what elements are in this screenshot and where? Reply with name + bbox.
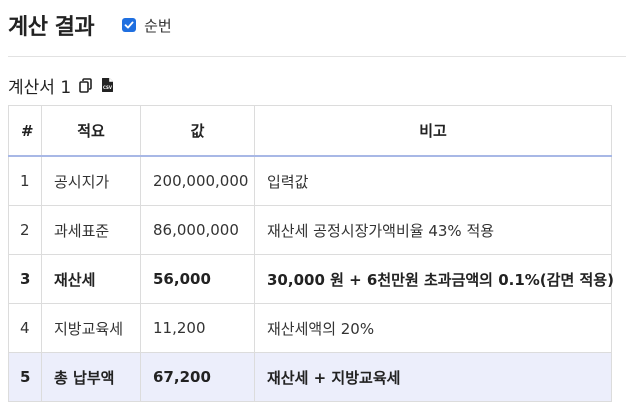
page-title: 계산 결과: [8, 15, 95, 40]
row-number: 5: [8, 352, 42, 402]
table-header-row: # 적요 값 비고: [8, 105, 612, 157]
result-page: 계산 결과 순번 계산서 1 CSV # 적요 값 비고 1 공시지가 200,…: [0, 0, 626, 407]
row-note: 30,000 원 + 6천만원 초과금액의 0.1%(감면 적용): [254, 254, 614, 304]
table-row: 3 재산세 56,000 30,000 원 + 6천만원 초과금액의 0.1%(…: [8, 254, 614, 304]
row-value: 11,200: [140, 303, 255, 353]
copy-icon[interactable]: [77, 76, 93, 94]
sequence-number-toggle[interactable]: 순번: [122, 15, 172, 36]
row-note: 재산세 + 지방교육세: [254, 352, 612, 402]
csv-icon-text: CSV: [103, 85, 113, 90]
row-value: 56,000: [140, 254, 255, 304]
row-item: 지방교육세: [41, 303, 141, 353]
row-note: 입력값: [254, 155, 612, 206]
row-value: 86,000,000: [140, 205, 255, 255]
sequence-number-label: 순번: [144, 16, 172, 35]
statement-header: 계산서 1 CSV: [8, 73, 115, 98]
sequence-number-checkbox[interactable]: [122, 18, 137, 32]
row-number: 4: [8, 303, 42, 353]
row-note: 재산세 공정시장가액비율 43% 적용: [254, 205, 612, 255]
table-row: 2 과세표준 86,000,000 재산세 공정시장가액비율 43% 적용: [8, 205, 612, 255]
row-item: 재산세: [41, 254, 141, 304]
row-item: 과세표준: [41, 205, 141, 255]
row-value: 67,200: [140, 352, 255, 402]
checkmark-icon: [124, 21, 134, 29]
statement-title: 계산서 1: [8, 77, 72, 98]
column-header-number: #: [8, 105, 42, 157]
row-number: 1: [8, 155, 42, 206]
row-item: 총 납부액: [41, 352, 141, 402]
column-header-note: 비고: [254, 105, 612, 157]
table-row-total: 5 총 납부액 67,200 재산세 + 지방교육세: [8, 352, 612, 402]
row-number: 2: [8, 205, 42, 255]
calculation-table: # 적요 값 비고 1 공시지가 200,000,000 입력값 2 과세표준 …: [8, 105, 614, 402]
header-divider: [8, 56, 626, 57]
column-header-value: 값: [140, 105, 255, 157]
table-row: 4 지방교육세 11,200 재산세액의 20%: [8, 303, 612, 353]
column-header-item: 적요: [41, 105, 141, 157]
row-item: 공시지가: [41, 155, 141, 206]
result-header: 계산 결과 순번: [8, 8, 172, 42]
row-value: 200,000,000: [140, 155, 255, 206]
row-note: 재산세액의 20%: [254, 303, 612, 353]
csv-file-icon[interactable]: CSV: [99, 76, 115, 94]
table-row: 1 공시지가 200,000,000 입력값: [8, 155, 612, 206]
row-number: 3: [8, 254, 42, 304]
